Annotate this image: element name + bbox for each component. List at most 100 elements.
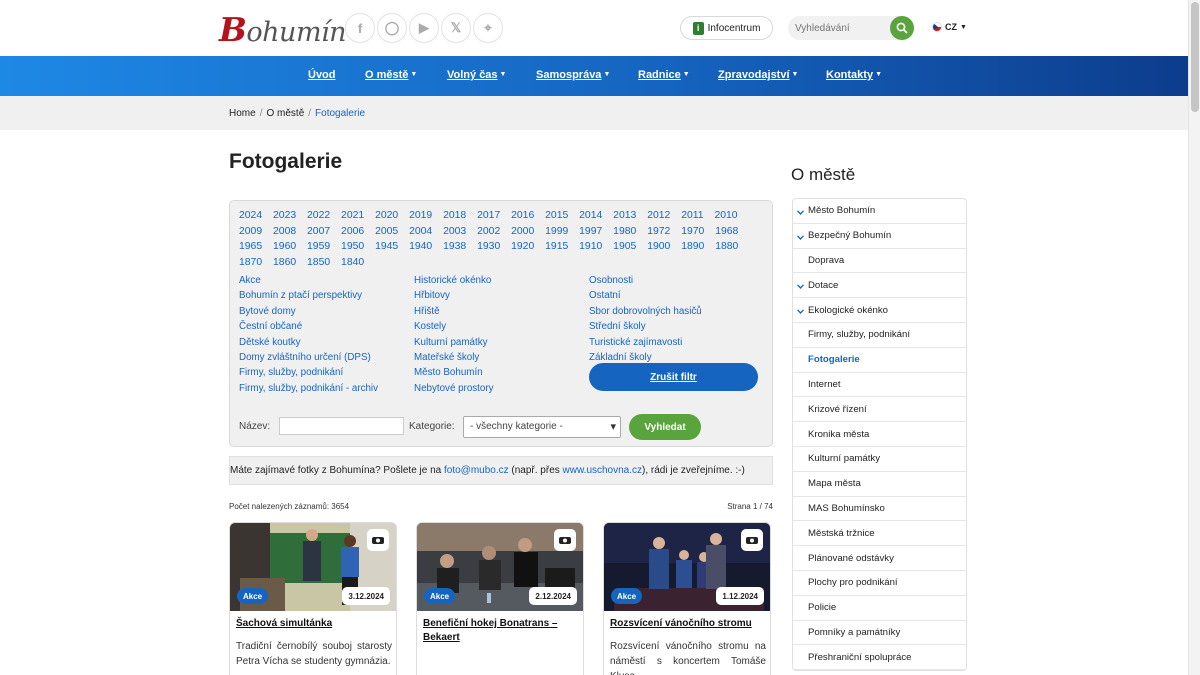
year-link[interactable]: 1860 [273,257,296,268]
year-link[interactable]: 1970 [681,226,704,237]
category-link[interactable]: Bytové domy [239,306,296,317]
category-link[interactable]: Domy zvláštního určení (DPS) [239,352,371,363]
sidebar-item[interactable]: Dotace [793,273,966,299]
category-link[interactable]: Turistické zajímavosti [589,337,682,348]
gallery-card[interactable]: Akce 1.12.2024 Rozsvícení vánočního stro… [603,522,771,675]
year-link[interactable]: 1968 [715,226,738,237]
year-link[interactable]: 1959 [307,241,330,252]
page-scrollbar[interactable] [1188,0,1200,675]
facebook-icon[interactable]: f [345,13,375,43]
breadcrumb-o-meste[interactable]: O městě [266,108,304,119]
year-link[interactable]: 1999 [545,226,568,237]
city-logo[interactable]: Bohumín [219,10,347,49]
year-link[interactable]: 2000 [511,226,534,237]
year-link[interactable]: 2003 [443,226,466,237]
year-link[interactable]: 2012 [647,210,670,221]
year-link[interactable]: 2006 [341,226,364,237]
sidebar-item[interactable]: Krizové řízení [793,397,966,423]
scrollbar-thumb[interactable] [1191,2,1199,112]
sidebar-item[interactable]: Kronika města [793,422,966,447]
category-link[interactable]: Ostatní [589,290,621,301]
year-link[interactable]: 1930 [477,241,500,252]
year-link[interactable]: 1972 [647,226,670,237]
year-link[interactable]: 1900 [647,241,670,252]
category-link[interactable]: Dětské koutky [239,337,301,348]
card-title[interactable]: Rozsvícení vánočního stromu [610,617,766,631]
year-link[interactable]: 1915 [545,241,568,252]
sidebar-item[interactable]: Město Bohumín [793,199,966,224]
nav-o-meste[interactable]: O městě ▼ [365,69,417,81]
year-link[interactable]: 1940 [409,241,432,252]
uschovna-link[interactable]: www.uschovna.cz [563,465,642,476]
nav-volny-cas[interactable]: Volný čas ▼ [447,69,506,81]
category-link[interactable]: Bohumín z ptačí perspektivy [239,290,362,301]
breadcrumb-home[interactable]: Home [229,108,256,119]
year-link[interactable]: 1840 [341,257,364,268]
language-switcher[interactable]: CZ ▼ [932,22,967,32]
category-select[interactable]: - všechny kategorie - [463,416,621,438]
year-link[interactable]: 2018 [443,210,466,221]
year-link[interactable]: 1850 [307,257,330,268]
year-link[interactable]: 2005 [375,226,398,237]
sidebar-item[interactable]: Kulturní památky [793,447,966,472]
card-title[interactable]: Šachová simultánka [236,617,392,631]
nav-uvod[interactable]: Úvod [308,69,336,81]
sidebar-item[interactable]: Internet [793,373,966,398]
cancel-filter-button[interactable]: Zrušit filtr [589,363,758,391]
search-input[interactable] [788,16,888,40]
nav-radnice[interactable]: Radnice ▼ [638,69,690,81]
year-link[interactable]: 2023 [273,210,296,221]
year-link[interactable]: 2022 [307,210,330,221]
year-link[interactable]: 1905 [613,241,636,252]
category-link[interactable]: Osobnosti [589,275,633,286]
category-link[interactable]: Kulturní památky [414,337,488,348]
name-input[interactable] [279,417,404,435]
sidebar-item[interactable]: Firmy, služby, podnikání [793,323,966,348]
email-link[interactable]: foto@mubo.cz [444,465,509,476]
instagram-icon[interactable]: ◯ [377,13,407,43]
category-link[interactable]: Historické okénko [414,275,491,286]
year-link[interactable]: 1920 [511,241,534,252]
rss-icon[interactable]: ⌖ [473,13,503,43]
gallery-card[interactable]: Akce 3.12.2024 Šachová simultánka Tradič… [229,522,397,675]
sidebar-item[interactable]: Bezpečný Bohumín [793,224,966,249]
sidebar-item[interactable]: MAS Bohumínsko [793,497,966,522]
sidebar-item[interactable]: Fotogalerie [793,348,966,373]
year-link[interactable]: 2024 [239,210,262,221]
year-link[interactable]: 1938 [443,241,466,252]
year-link[interactable]: 2015 [545,210,568,221]
year-link[interactable]: 1980 [613,226,636,237]
category-link[interactable]: Hřbitovy [414,290,450,301]
nav-kontakty[interactable]: Kontakty ▼ [826,69,882,81]
category-link[interactable]: Základní školy [589,352,652,363]
category-link[interactable]: Firmy, služby, podnikání [239,367,343,378]
category-link[interactable]: Město Bohumín [414,367,483,378]
year-link[interactable]: 1950 [341,241,364,252]
infocentrum-button[interactable]: i Infocentrum [680,16,773,40]
year-link[interactable]: 2002 [477,226,500,237]
category-link[interactable]: Akce [239,275,261,286]
year-link[interactable]: 2017 [477,210,500,221]
card-title[interactable]: Benefiční hokej Bonatrans – Bekaert [423,617,579,645]
category-link[interactable]: Střední školy [589,321,646,332]
sidebar-item[interactable]: Policie [793,596,966,621]
nav-samosprava[interactable]: Samospráva ▼ [536,69,610,81]
year-link[interactable]: 1890 [681,241,704,252]
year-link[interactable]: 1965 [239,241,262,252]
year-link[interactable]: 2007 [307,226,330,237]
x-icon[interactable]: 𝕏 [441,13,471,43]
sidebar-item[interactable]: Pomníky a památníky [793,621,966,646]
year-link[interactable]: 2016 [511,210,534,221]
nav-zpravodajstvi[interactable]: Zpravodajství ▼ [718,69,798,81]
year-link[interactable]: 1945 [375,241,398,252]
category-link[interactable]: Sbor dobrovolných hasičů [589,306,702,317]
category-link[interactable]: Hřiště [414,306,440,317]
gallery-card[interactable]: Akce 2.12.2024 Benefiční hokej Bonatrans… [416,522,584,675]
year-link[interactable]: 1960 [273,241,296,252]
sidebar-item[interactable]: Plánované odstávky [793,546,966,571]
sidebar-item[interactable]: Ekologické okénko [793,298,966,323]
category-link[interactable]: Firmy, služby, podnikání - archiv [239,383,378,394]
sidebar-item[interactable]: Doprava [793,249,966,274]
year-link[interactable]: 1910 [579,241,602,252]
year-link[interactable]: 2019 [409,210,432,221]
